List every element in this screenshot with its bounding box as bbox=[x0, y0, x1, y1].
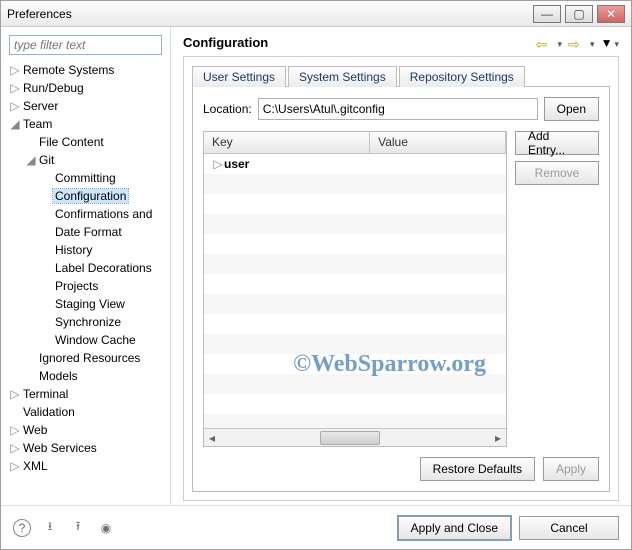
tree-item-label: Window Cache bbox=[53, 333, 138, 347]
tree-item-label: Web Services bbox=[21, 441, 99, 455]
export-icon[interactable]: ⭱ bbox=[69, 519, 87, 537]
tree-item-label: Confirmations and bbox=[53, 207, 154, 221]
tree-item-label: Staging View bbox=[53, 297, 127, 311]
remove-button[interactable]: Remove bbox=[515, 161, 599, 185]
column-value[interactable]: Value bbox=[370, 132, 506, 153]
tree-item-label: File Content bbox=[37, 135, 106, 149]
import-icon[interactable]: ⭳ bbox=[41, 519, 59, 537]
cancel-button[interactable]: Cancel bbox=[519, 516, 619, 540]
back-icon[interactable] bbox=[536, 36, 550, 50]
restore-defaults-button[interactable]: Restore Defaults bbox=[420, 457, 535, 481]
preferences-tree[interactable]: ▷Remote Systems▷Run/Debug▷Server◢TeamFil… bbox=[1, 61, 170, 475]
apply-button[interactable]: Apply bbox=[543, 457, 599, 481]
content-area: Configuration ▼ User SettingsSystem Sett… bbox=[171, 27, 631, 505]
tree-item-models[interactable]: Models bbox=[3, 367, 168, 385]
tree-item-validation[interactable]: Validation bbox=[3, 403, 168, 421]
tree-item-server[interactable]: ▷Server bbox=[3, 97, 168, 115]
window-title: Preferences bbox=[7, 7, 72, 21]
tree-item-label-decorations[interactable]: Label Decorations bbox=[3, 259, 168, 277]
tree-item-terminal[interactable]: ▷Terminal bbox=[3, 385, 168, 403]
forward-dropdown[interactable] bbox=[588, 36, 595, 50]
close-button[interactable]: ✕ bbox=[597, 5, 625, 23]
tree-item-label: Date Format bbox=[53, 225, 124, 239]
tab-user-settings[interactable]: User Settings bbox=[192, 66, 286, 87]
tree-item-team[interactable]: ◢Team bbox=[3, 115, 168, 133]
tree-item-label: Team bbox=[21, 117, 54, 131]
tree-item-ignored-resources[interactable]: Ignored Resources bbox=[3, 349, 168, 367]
tree-item-label: Ignored Resources bbox=[37, 351, 142, 365]
tree-item-xml[interactable]: ▷XML bbox=[3, 457, 168, 475]
twisty-icon[interactable]: ▷ bbox=[9, 81, 21, 95]
tree-item-label: Git bbox=[37, 153, 56, 167]
config-table[interactable]: Key Value ▷user ©WebSparrow.org ◂▸ bbox=[203, 131, 507, 447]
tree-item-run-debug[interactable]: ▷Run/Debug bbox=[3, 79, 168, 97]
location-input[interactable] bbox=[258, 98, 538, 120]
tree-item-git[interactable]: ◢Git bbox=[3, 151, 168, 169]
tree-item-history[interactable]: History bbox=[3, 241, 168, 259]
open-button[interactable]: Open bbox=[544, 97, 599, 121]
tree-item-synchronize[interactable]: Synchronize bbox=[3, 313, 168, 331]
tab-system-settings[interactable]: System Settings bbox=[288, 66, 397, 87]
footer: ? ⭳ ⭱ ◉ Apply and Close Cancel bbox=[1, 505, 631, 549]
help-icon[interactable]: ? bbox=[13, 519, 31, 537]
tree-item-configuration[interactable]: Configuration bbox=[3, 187, 168, 205]
add-entry-button[interactable]: Add Entry... bbox=[515, 131, 599, 155]
page-title: Configuration bbox=[183, 35, 268, 50]
tree-item-label: Validation bbox=[21, 405, 77, 419]
filter-input[interactable] bbox=[9, 35, 162, 55]
minimize-button[interactable]: — bbox=[533, 5, 561, 23]
tree-item-label: Projects bbox=[53, 279, 100, 293]
forward-icon[interactable] bbox=[568, 36, 582, 50]
twisty-icon[interactable]: ◢ bbox=[25, 153, 37, 167]
tree-item-committing[interactable]: Committing bbox=[3, 169, 168, 187]
twisty-icon[interactable]: ▷ bbox=[9, 441, 21, 455]
tree-item-web-services[interactable]: ▷Web Services bbox=[3, 439, 168, 457]
tree-item-remote-systems[interactable]: ▷Remote Systems bbox=[3, 61, 168, 79]
view-menu-dropdown[interactable]: ▼ bbox=[601, 36, 619, 50]
twisty-icon[interactable]: ▷ bbox=[9, 63, 21, 77]
tree-item-label: Remote Systems bbox=[21, 63, 116, 77]
horizontal-scrollbar[interactable]: ◂▸ bbox=[204, 428, 506, 446]
tree-item-file-content[interactable]: File Content bbox=[3, 133, 168, 151]
tree-item-web[interactable]: ▷Web bbox=[3, 421, 168, 439]
maximize-button[interactable]: ▢ bbox=[565, 5, 593, 23]
tree-item-label: Server bbox=[21, 99, 60, 113]
column-key[interactable]: Key bbox=[204, 132, 370, 153]
oomph-icon[interactable]: ◉ bbox=[97, 519, 115, 537]
twisty-icon[interactable]: ▷ bbox=[9, 423, 21, 437]
row-twisty-icon[interactable]: ▷ bbox=[212, 157, 224, 171]
twisty-icon[interactable]: ▷ bbox=[9, 387, 21, 401]
twisty-icon[interactable]: ▷ bbox=[9, 99, 21, 113]
table-row[interactable]: ▷user bbox=[204, 154, 506, 174]
tree-item-label: Committing bbox=[53, 171, 118, 185]
back-dropdown[interactable] bbox=[556, 36, 563, 50]
tree-item-staging-view[interactable]: Staging View bbox=[3, 295, 168, 313]
tabs: User SettingsSystem SettingsRepository S… bbox=[192, 66, 610, 87]
row-key: user bbox=[224, 157, 249, 171]
tree-item-label: Label Decorations bbox=[53, 261, 154, 275]
tree-item-projects[interactable]: Projects bbox=[3, 277, 168, 295]
tree-item-label: XML bbox=[21, 459, 50, 473]
apply-and-close-button[interactable]: Apply and Close bbox=[398, 516, 511, 540]
tree-item-label: Models bbox=[37, 369, 80, 383]
tree-item-date-format[interactable]: Date Format bbox=[3, 223, 168, 241]
tree-item-label: Synchronize bbox=[53, 315, 123, 329]
tree-item-label: Terminal bbox=[21, 387, 70, 401]
titlebar: Preferences — ▢ ✕ bbox=[1, 1, 631, 27]
watermark: ©WebSparrow.org bbox=[293, 351, 486, 378]
tree-item-label: Web bbox=[21, 423, 49, 437]
sidebar: ▷Remote Systems▷Run/Debug▷Server◢TeamFil… bbox=[1, 27, 171, 505]
twisty-icon[interactable]: ▷ bbox=[9, 459, 21, 473]
tree-item-label: History bbox=[53, 243, 94, 257]
tree-item-label: Run/Debug bbox=[21, 81, 86, 95]
tab-repository-settings[interactable]: Repository Settings bbox=[399, 66, 525, 87]
location-label: Location: bbox=[203, 102, 252, 116]
tree-item-label: Configuration bbox=[53, 189, 128, 203]
twisty-icon[interactable]: ◢ bbox=[9, 117, 21, 131]
tree-item-window-cache[interactable]: Window Cache bbox=[3, 331, 168, 349]
tree-item-confirmations-and[interactable]: Confirmations and bbox=[3, 205, 168, 223]
